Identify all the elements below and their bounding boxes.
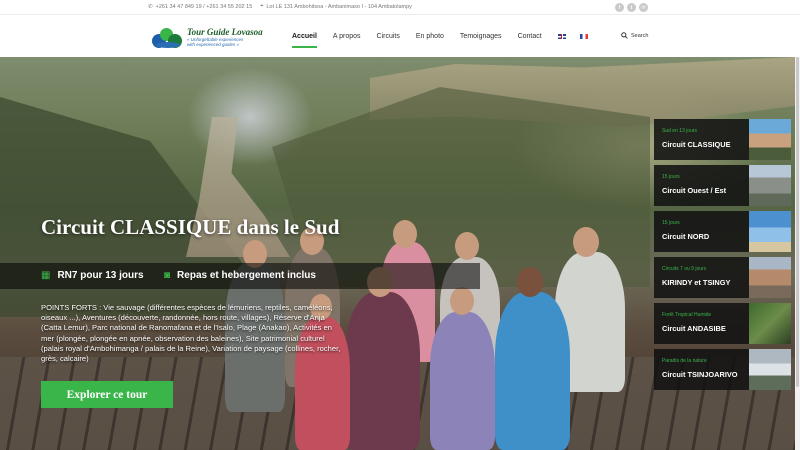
feature-meals-text: Repas et hebergement inclus (177, 270, 316, 281)
circuit-card-title: Circuit NORD (662, 232, 710, 241)
circuit-card-thumbnail (749, 165, 791, 206)
calendar-icon: ▦ (41, 270, 51, 281)
circuit-card-kirindy-tsingy[interactable]: Circuits 7 ou 9 jours KIRINDY et TSINGY (654, 257, 791, 298)
scrollbar-thumb[interactable] (796, 57, 799, 387)
circuit-card-thumbnail (749, 257, 791, 298)
hero-description: POINTS FORTS : Vie sauvage (différentes … (41, 303, 341, 364)
circuit-card-subtitle: Circuits 7 ou 9 jours (662, 266, 707, 272)
circuit-card-subtitle: Sud en 13 jours (662, 128, 698, 134)
search-icon (621, 32, 628, 39)
feature-meals: ◙ Repas et hebergement inclus (164, 270, 316, 281)
circuit-card-title: Circuit CLASSIQUE (662, 140, 731, 149)
circuit-card-subtitle: Paradis de la nature (662, 358, 707, 364)
circuit-card-thumbnail (749, 211, 791, 252)
address-text: Lot LE 131 Ambohitsoa - Ambanimaso I - 1… (266, 3, 412, 10)
hero-title: Circuit CLASSIQUE dans le Sud (41, 215, 340, 239)
circuit-card-thumbnail (749, 303, 791, 344)
page-scrollbar[interactable] (795, 57, 800, 450)
nav-item-contact[interactable]: Contact (518, 33, 542, 40)
social-links: f t ✉ (615, 3, 648, 12)
explore-tour-button[interactable]: Explorer ce tour (41, 381, 173, 408)
circuit-card-nord[interactable]: 15 jours Circuit NORD (654, 211, 791, 252)
phone-info: ✆ +261 34 47 849 19 / +261 34 55 202 15 (148, 4, 252, 10)
site-header: Tour Guide Lovasoa « Unforgettable exper… (0, 15, 800, 57)
hero-features-bar: ▦ RN7 pour 13 jours ◙ Repas et hebergeme… (0, 263, 480, 289)
circuit-card-ouest-est[interactable]: 15 jours Circuit Ouest / Est (654, 165, 791, 206)
phone-text: +261 34 47 849 19 / +261 34 55 202 15 (155, 3, 253, 10)
location-pin-icon: ⌖ (260, 3, 264, 9)
feature-duration-text: RN7 pour 13 jours (57, 270, 144, 281)
circuit-card-subtitle: 15 jours (662, 220, 680, 226)
address-info: ⌖ Lot LE 131 Ambohitsoa - Ambanimaso I -… (260, 3, 412, 10)
logo-mark-icon (150, 24, 184, 50)
nav-item-accueil[interactable]: Accueil (292, 33, 317, 48)
phone-icon: ✆ (148, 3, 153, 10)
search-label: Search (631, 32, 649, 39)
english-flag-icon[interactable] (557, 33, 566, 39)
circuit-card-title: KIRINDY et TSINGY (662, 278, 731, 287)
nav-item-temoignages[interactable]: Temoignages (460, 33, 502, 40)
circuit-card-classique[interactable]: Sud en 13 jours Circuit CLASSIQUE (654, 119, 791, 160)
circuit-card-thumbnail (749, 119, 791, 160)
main-nav: Accueil A propos Circuits En photo Temoi… (292, 29, 602, 48)
circuit-card-title: Circuit Ouest / Est (662, 186, 727, 195)
facebook-icon[interactable]: f (615, 3, 624, 12)
logo-tagline-2: with experienced guides » (187, 42, 240, 47)
circuit-card-title: Circuit TSINJOARIVO (662, 370, 738, 379)
nav-item-circuits[interactable]: Circuits (377, 33, 400, 40)
top-contact-bar: ✆ +261 34 47 849 19 / +261 34 55 202 15 … (0, 0, 800, 15)
email-icon[interactable]: ✉ (639, 3, 648, 12)
search-button[interactable]: Search (621, 32, 648, 39)
feature-duration: ▦ RN7 pour 13 jours (41, 270, 144, 281)
hero-banner: Circuit CLASSIQUE dans le Sud ▦ RN7 pour… (0, 57, 795, 450)
money-icon: ◙ (164, 270, 171, 281)
contact-info: ✆ +261 34 47 849 19 / +261 34 55 202 15 … (148, 3, 412, 10)
nav-item-en-photo[interactable]: En photo (416, 33, 444, 40)
circuit-card-title: Circuit ANDASIBE (662, 324, 726, 333)
french-flag-icon[interactable] (579, 33, 588, 39)
circuit-card-subtitle: 15 jours (662, 174, 680, 180)
circuit-card-subtitle: Forêt Tropical Humide (662, 312, 712, 318)
circuit-card-thumbnail (749, 349, 791, 390)
nav-item-a-propos[interactable]: A propos (333, 33, 361, 40)
twitter-icon[interactable]: t (627, 3, 636, 12)
logo-brand-text: Tour Guide Lovasoa (187, 27, 263, 37)
circuit-card-tsinjoarivo[interactable]: Paradis de la nature Circuit TSINJOARIVO (654, 349, 791, 390)
site-logo[interactable]: Tour Guide Lovasoa « Unforgettable exper… (150, 22, 265, 52)
circuit-card-andasibe[interactable]: Forêt Tropical Humide Circuit ANDASIBE (654, 303, 791, 344)
